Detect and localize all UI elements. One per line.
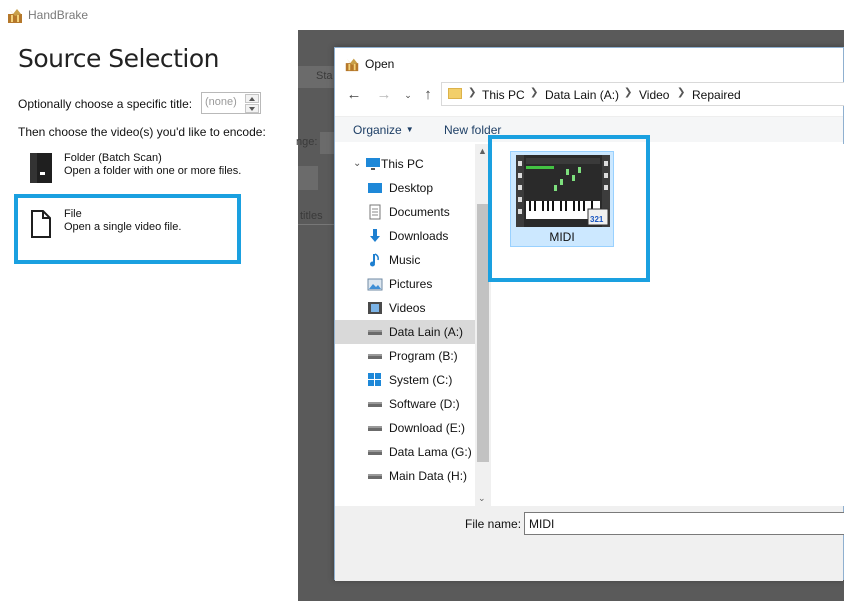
file-name-label: File name: [465,517,522,531]
organize-menu-button[interactable]: Organize ▼ [353,123,414,137]
chevron-down-icon[interactable]: ⌄ [399,86,417,104]
nav-item-program[interactable]: Program (B:) [335,344,475,368]
drive-icon [368,450,382,455]
folder-icon [448,88,462,99]
pictures-icon [367,278,383,291]
drive-icon [368,354,382,359]
file-name-input[interactable]: MIDI [524,512,844,535]
address-bar[interactable]: ❯ This PC ❯ Data Lain (A:) ❯ Video ❯ Rep… [441,82,844,106]
breadcrumb-this-pc[interactable]: This PC [482,88,525,102]
dim-range-field [320,132,334,154]
nav-item-videos[interactable]: Videos [335,296,475,320]
drive-icon [368,402,382,407]
this-pc-icon [366,158,380,170]
title-stepper-value: (none) [205,96,237,108]
drive-icon [368,426,382,431]
nav-item-pictures[interactable]: Pictures [335,272,475,296]
dialog-titlebar: Open [335,48,843,78]
folder-batch-scan-option[interactable]: Folder (Batch Scan) Open a folder with o… [28,150,258,190]
back-arrow-icon[interactable]: ← [345,86,363,104]
folder-option-title: Folder (Batch Scan) [64,152,162,164]
choose-prompt: Then choose the video(s) you'd like to e… [18,125,266,139]
file-name-value: MIDI [529,517,555,531]
scroll-down-icon[interactable]: ⌄ [478,493,486,504]
expand-arrow-icon[interactable]: ⌄ [353,158,361,169]
organize-label: Organize [353,123,402,137]
forward-arrow-icon[interactable]: → [375,86,393,104]
dim-range-label: nge: [296,136,318,148]
nav-item-label: Main Data (H:) [389,469,468,483]
nav-item-label: This PC [381,157,424,171]
nav-item-label: Software (D:) [389,397,460,411]
nav-item-system[interactable]: System (C:) [335,368,475,392]
navigation-bar: ← → ⌄ ↑ ❯ This PC ❯ Data Lain (A:) ❯ Vid… [335,80,844,110]
source-selection-panel: Source Selection Optionally choose a spe… [0,30,298,601]
nav-item-documents[interactable]: Documents [335,200,475,224]
dim-divider [298,224,334,225]
up-arrow-icon[interactable]: ↑ [419,86,437,104]
folder-batch-icon [30,153,52,183]
chevron-right-icon: ❯ [624,87,633,98]
nav-item-label: Desktop [389,181,434,195]
caret-down-icon: ▼ [405,125,414,134]
dim-play-button [298,166,318,190]
breadcrumb-repaired[interactable]: Repaired [692,88,741,102]
nav-item-label: Documents [389,205,450,219]
stepper-up-button[interactable] [245,94,259,103]
handbrake-logo-icon [345,58,359,72]
dialog-bottom-bar: File name: MIDI [335,506,844,581]
navigation-pane: ⌄ This PC Desktop Documents Downloads Mu… [335,144,491,506]
documents-icon [369,204,381,220]
nav-item-label: Downloads [389,229,449,243]
drive-icon [368,330,382,335]
chevron-right-icon: ❯ [530,87,539,98]
app-title: HandBrake [28,8,89,22]
dim-subtitles-label: titles [300,210,323,222]
page-title: Source Selection [18,44,220,73]
nav-item-software[interactable]: Software (D:) [335,392,475,416]
chevron-right-icon: ❯ [677,87,686,98]
downloads-icon [370,229,380,242]
file-item-highlight [488,135,650,282]
nav-item-downloads[interactable]: Downloads [335,224,475,248]
nav-item-label: Program (B:) [389,349,458,363]
nav-item-label: System (C:) [389,373,453,387]
chevron-right-icon: ❯ [468,87,477,98]
nav-item-main-data[interactable]: Main Data (H:) [335,464,475,488]
desktop-icon [368,183,382,193]
system-drive-icon [368,373,381,386]
drive-icon [368,474,382,479]
videos-icon [368,302,382,314]
music-icon [370,253,379,267]
breadcrumb-video[interactable]: Video [639,88,669,102]
nav-item-label: Pictures [389,277,433,291]
nav-item-data-lain[interactable]: Data Lain (A:) [335,320,475,344]
nav-item-label: Videos [389,301,426,315]
dim-start-label: Sta [316,70,333,82]
handbrake-logo-icon [8,9,22,23]
title-stepper[interactable]: (none) [201,92,261,114]
file-option-highlight [14,194,241,264]
scroll-up-icon[interactable]: ▲ [478,146,487,156]
nav-item-download-drive[interactable]: Download (E:) [335,416,475,440]
nav-item-desktop[interactable]: Desktop [335,176,475,200]
nav-item-label: Music [389,253,421,267]
nav-item-label: Data Lama (G:) [389,445,472,459]
dialog-title: Open [365,57,395,71]
nav-item-label: Data Lain (A:) [389,325,464,339]
nav-item-music[interactable]: Music [335,248,475,272]
stepper-down-button[interactable] [245,104,259,113]
folder-option-description: Open a folder with one or more files. [64,165,242,177]
nav-item-label: Download (E:) [389,421,466,435]
nav-item-this-pc[interactable]: ⌄ This PC [335,152,475,176]
nav-item-data-lama[interactable]: Data Lama (G:) [335,440,475,464]
app-titlebar: HandBrake [0,0,844,30]
title-prompt: Optionally choose a specific title: [18,97,193,111]
open-dialog: Open ← → ⌄ ↑ ❯ This PC ❯ Data Lain (A:) … [334,47,844,581]
breadcrumb-data-lain[interactable]: Data Lain (A:) [545,88,619,102]
